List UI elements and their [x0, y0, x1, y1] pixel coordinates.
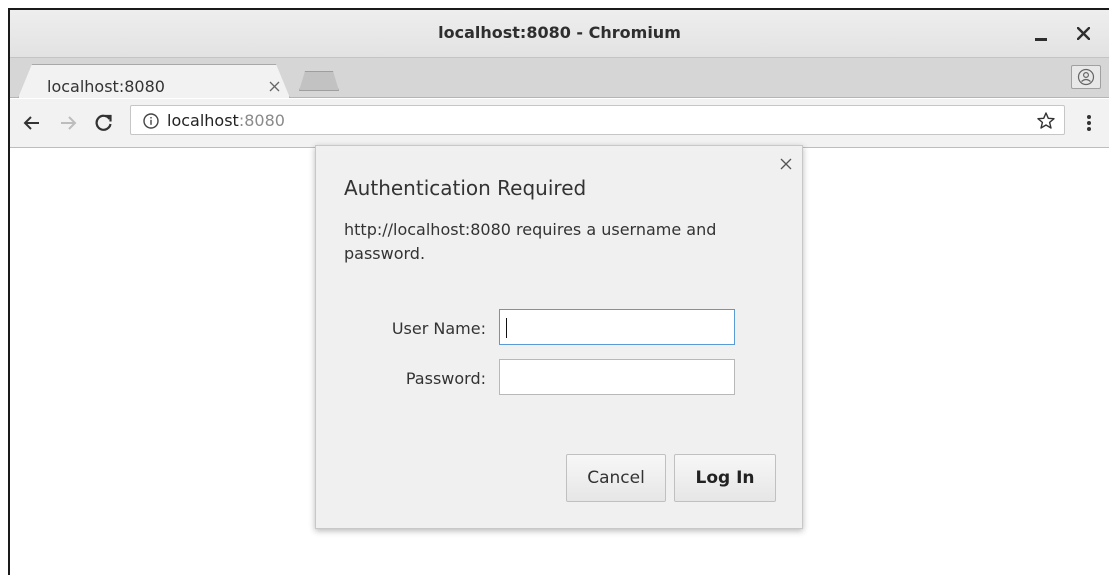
new-tab-button[interactable] — [299, 71, 339, 91]
password-label: Password: — [405, 369, 486, 388]
cancel-button[interactable]: Cancel — [566, 454, 666, 502]
minimize-button[interactable] — [1027, 19, 1055, 47]
profile-button[interactable] — [1071, 65, 1101, 89]
tab-strip: localhost:8080 — [10, 58, 1109, 98]
url-port: :8080 — [238, 111, 285, 130]
title-bar: localhost:8080 - Chromium — [10, 10, 1109, 58]
dialog-title: Authentication Required — [344, 176, 587, 200]
address-bar[interactable]: localhost:8080 — [130, 105, 1065, 135]
tab-close-icon[interactable] — [269, 81, 280, 92]
auth-dialog: Authentication Required http://localhost… — [315, 145, 803, 529]
info-icon[interactable] — [143, 113, 159, 129]
browser-toolbar: localhost:8080 — [10, 99, 1109, 148]
browser-window: localhost:8080 - Chromium localhost:8080 — [8, 8, 1109, 575]
close-window-button[interactable] — [1069, 19, 1097, 47]
menu-dot-icon — [1087, 121, 1091, 125]
tab-active[interactable]: localhost:8080 — [18, 64, 290, 98]
close-icon — [1076, 26, 1090, 40]
bookmark-star-icon[interactable] — [1036, 111, 1056, 131]
back-button[interactable] — [20, 111, 44, 135]
tab-title: localhost:8080 — [47, 77, 165, 96]
reload-icon — [95, 114, 112, 131]
arrow-right-icon — [61, 116, 77, 130]
menu-dot-icon — [1087, 115, 1091, 119]
arrow-left-icon — [23, 116, 39, 130]
user-avatar-icon — [1077, 68, 1095, 86]
browser-menu-button[interactable] — [1079, 112, 1099, 134]
url-host: localhost — [167, 111, 239, 130]
menu-dot-icon — [1087, 127, 1091, 131]
username-field[interactable] — [499, 309, 735, 345]
dialog-message: http://localhost:8080 requires a usernam… — [344, 220, 717, 263]
forward-button[interactable] — [56, 111, 80, 135]
dialog-close-icon[interactable] — [780, 158, 792, 170]
username-label: User Name: — [391, 319, 486, 338]
login-button[interactable]: Log In — [674, 454, 776, 502]
password-field[interactable] — [499, 359, 735, 395]
minimize-icon — [1035, 37, 1047, 41]
reload-button[interactable] — [92, 111, 116, 135]
url-text: localhost:8080 — [167, 111, 285, 130]
text-caret — [506, 318, 507, 338]
window-title: localhost:8080 - Chromium — [438, 23, 681, 42]
